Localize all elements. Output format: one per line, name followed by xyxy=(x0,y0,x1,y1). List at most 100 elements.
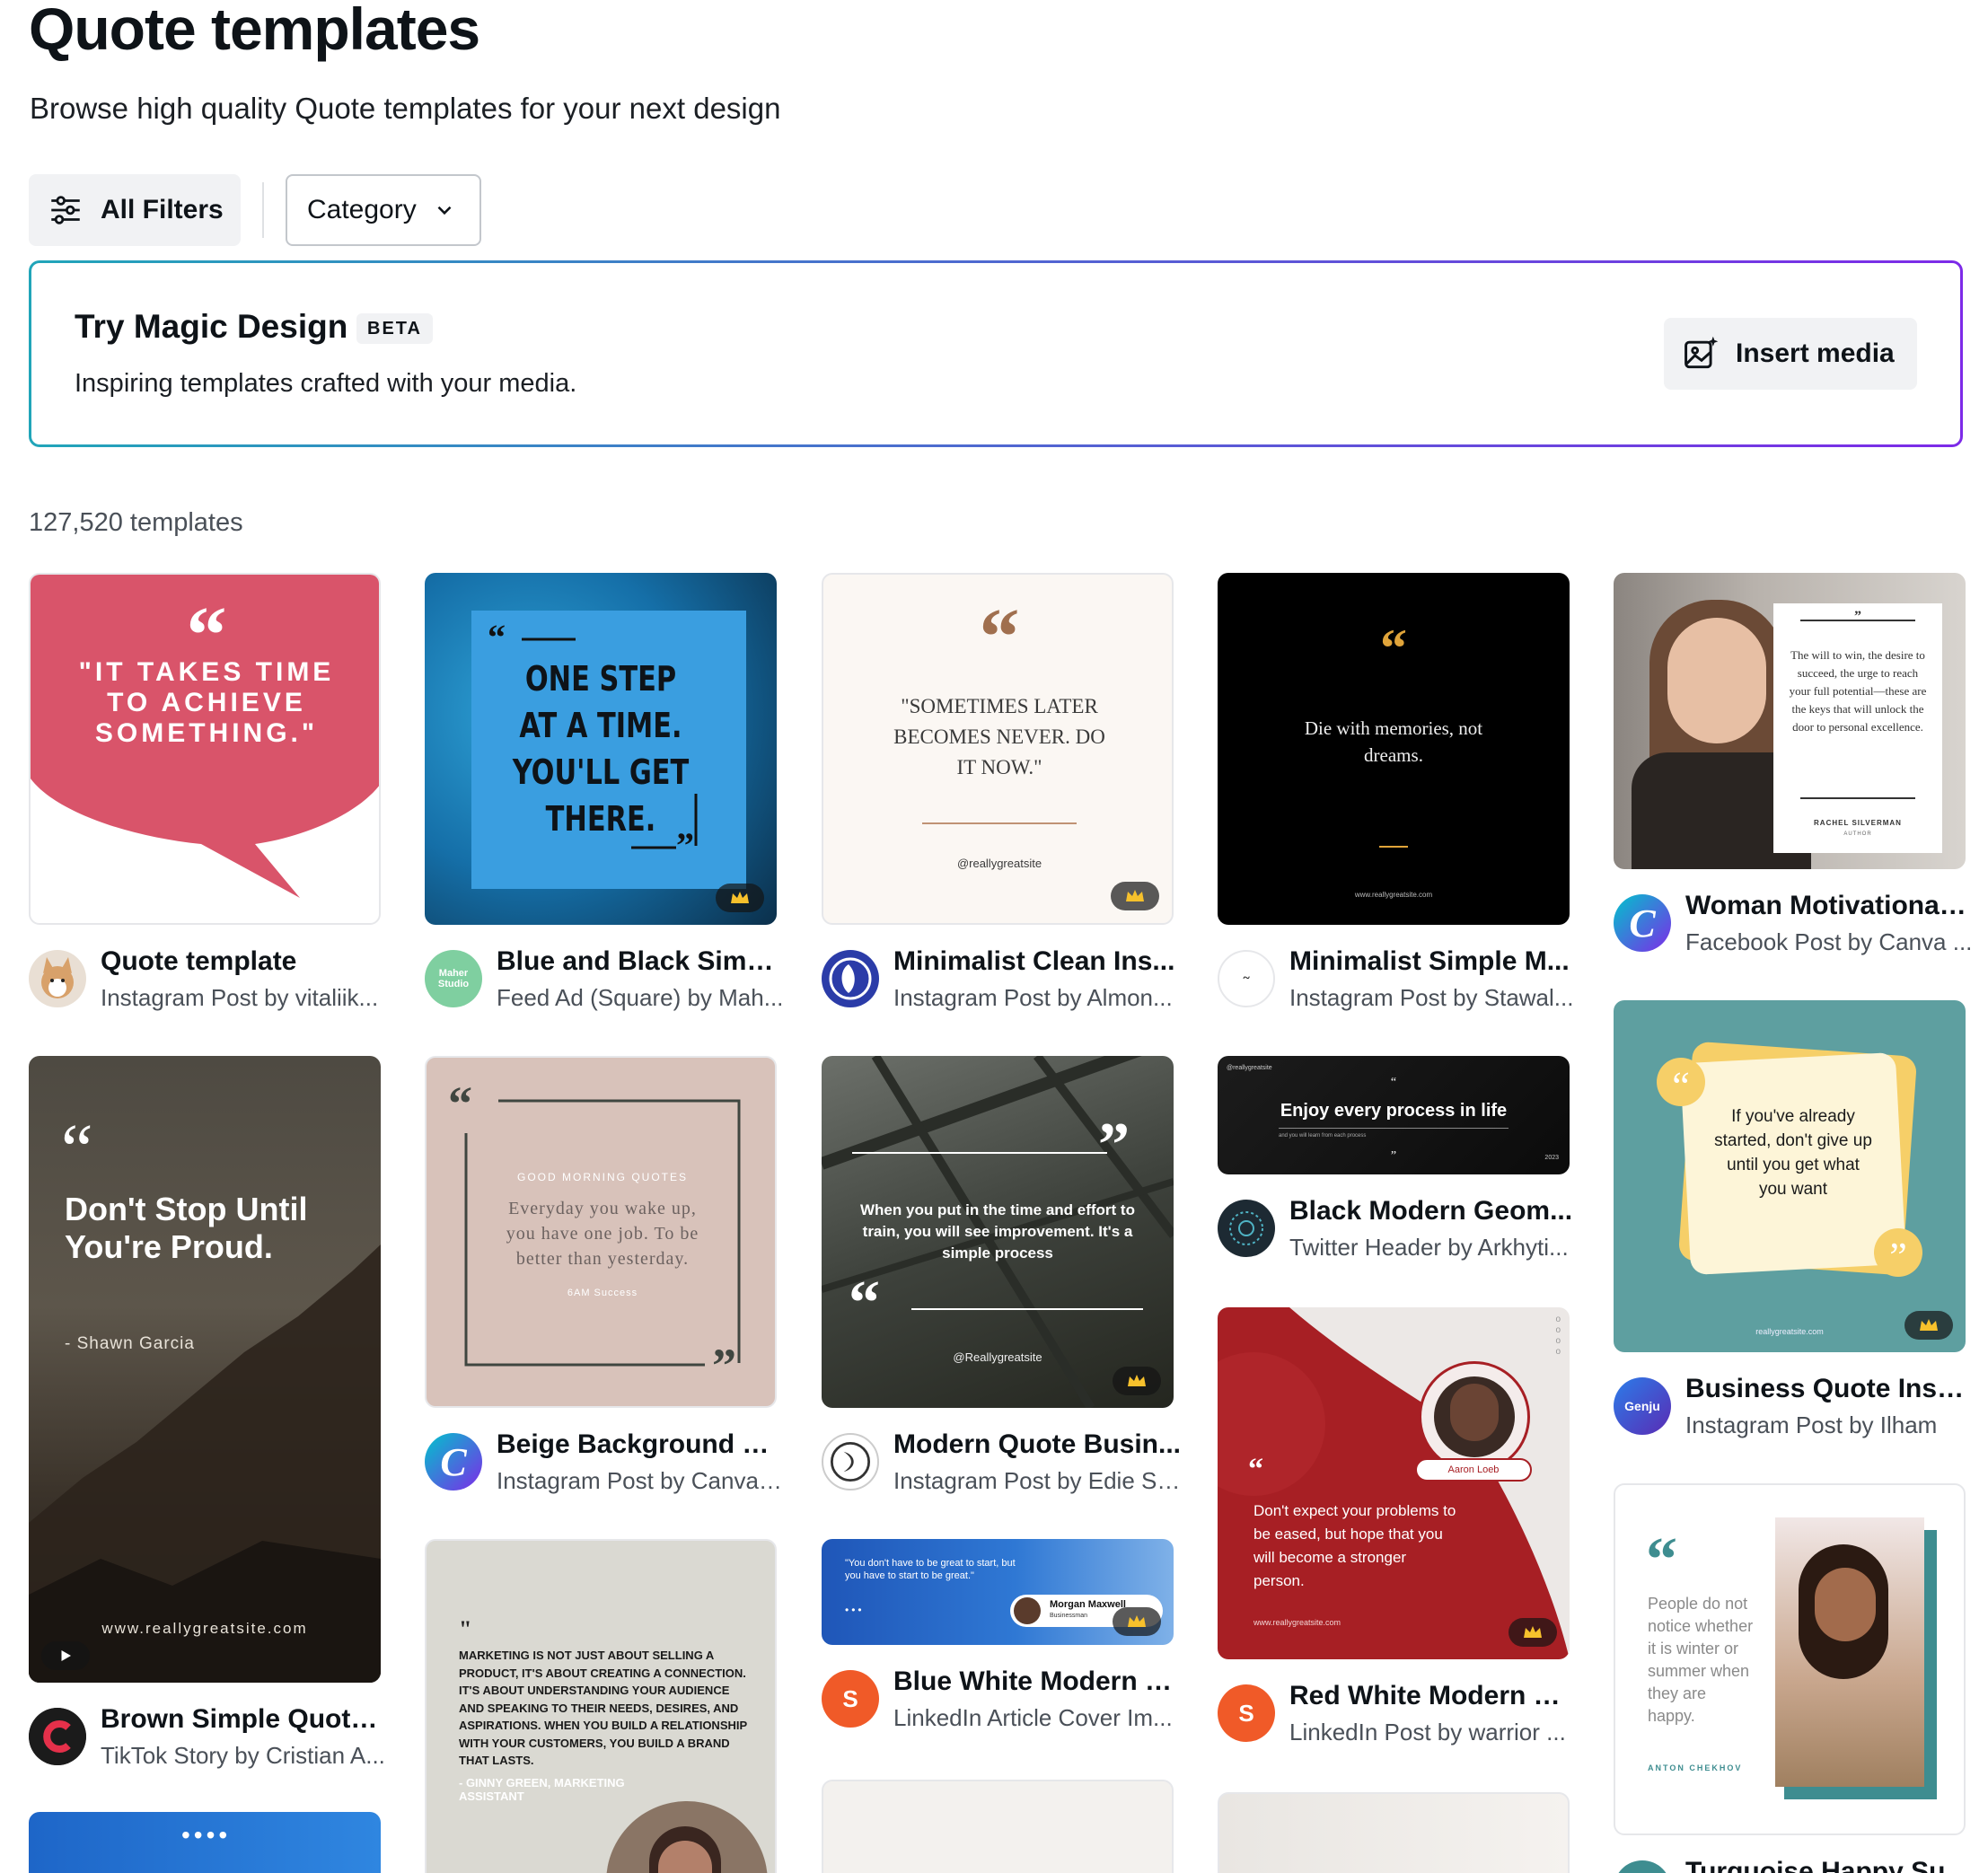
card-title[interactable]: Turquoise Happy Su... xyxy=(1685,1857,1973,1873)
avatar[interactable]: S xyxy=(1218,1684,1275,1742)
creator-logo-icon xyxy=(829,957,872,1000)
insert-media-button[interactable]: Insert media xyxy=(1664,318,1917,390)
card-title[interactable]: Blue White Modern G... xyxy=(893,1666,1181,1697)
template-thumbnail[interactable]: “ Don't Stop Until You're Proud. - Shawn… xyxy=(29,1056,381,1683)
avatar[interactable] xyxy=(1614,1860,1671,1873)
avatar[interactable] xyxy=(1218,1200,1275,1257)
template-thumbnail[interactable]: ” “ When you put in the time and effort … xyxy=(822,1056,1174,1408)
avatar[interactable] xyxy=(822,1433,879,1490)
avatar[interactable] xyxy=(822,950,879,1007)
avatar[interactable]: Maher Studio xyxy=(425,950,482,1007)
magic-design-banner: Try Magic Design BETA Inspiring template… xyxy=(29,260,1963,447)
thumb-quote: "SOMETIMES LATER BECOMES NEVER. DO IT NO… xyxy=(893,695,1105,778)
card-title[interactable]: Red White Modern M... xyxy=(1289,1681,1577,1711)
card-title[interactable]: Business Quote Insta... xyxy=(1685,1374,1973,1404)
divider-line xyxy=(1379,846,1408,848)
template-thumbnail[interactable]: “ People do not notice whether it is win… xyxy=(1614,1483,1966,1835)
card-subtitle: LinkedIn Article Cover Im... xyxy=(893,1704,1173,1731)
template-thumbnail[interactable]: " MARKETING IS NOT JUST ABOUT SELLING A … xyxy=(425,1539,777,1873)
thumb-quote: "IT TAKES TIME TO ACHIEVE SOMETHING." xyxy=(78,657,335,748)
thumb-quote: Don't Stop Until You're Proud. xyxy=(65,1191,308,1265)
template-thumbnail[interactable] xyxy=(822,1780,1174,1873)
magic-design-subtitle: Inspiring templates crafted with your me… xyxy=(75,369,577,398)
thumb-author: - Shawn Garcia xyxy=(65,1334,195,1353)
avatar[interactable]: C xyxy=(1614,894,1671,952)
quote-mark-icon: ” xyxy=(1390,1149,1397,1163)
card-subtitle: Instagram Post by Almon... xyxy=(893,984,1173,1011)
avatar[interactable] xyxy=(29,950,86,1007)
template-thumbnail[interactable]: “ ” If you've already started, don't giv… xyxy=(1614,1000,1966,1352)
card-title[interactable]: Woman Motivational ... xyxy=(1685,891,1973,921)
template-thumbnail[interactable]: “ "SOMETIMES LATER BECOMES NEVER. DO IT … xyxy=(822,573,1174,925)
card-meta: C Woman Motivational ... Facebook Post b… xyxy=(1614,891,1973,963)
quote-mark-icon: “ xyxy=(448,1077,472,1130)
crown-icon xyxy=(716,884,764,912)
template-count: 127,520 templates xyxy=(29,508,243,537)
card-meta: S Red White Modern M... LinkedIn Post by… xyxy=(1218,1681,1577,1753)
template-thumbnail[interactable]: “ ” GOOD MORNING QUOTES Everyday you wak… xyxy=(425,1056,777,1408)
avatar[interactable]: S xyxy=(822,1670,879,1728)
template-thumbnail[interactable]: ” The will to win, the desire to succeed… xyxy=(1614,573,1966,869)
card-title[interactable]: Beige Background an... xyxy=(497,1429,784,1460)
dots-icon: •••• xyxy=(181,1821,232,1849)
page-subtitle: Browse high quality Quote templates for … xyxy=(30,92,781,125)
card-meta: Quote template Instagram Post by vitalii… xyxy=(29,946,388,1018)
quote-mark-icon: “ xyxy=(1390,1076,1397,1089)
all-filters-button[interactable]: All Filters xyxy=(29,174,241,246)
play-icon[interactable] xyxy=(41,1641,90,1670)
thumb-quote: When you put in the time and effort to t… xyxy=(860,1201,1135,1262)
template-thumbnail[interactable] xyxy=(1218,1792,1570,1873)
card-title[interactable]: Minimalist Simple M... xyxy=(1289,946,1577,977)
creator-logo-icon xyxy=(1229,1211,1263,1245)
card-meta: Modern Quote Busin... Instagram Post by … xyxy=(822,1429,1181,1501)
card-meta: Maher Studio Blue and Black Simpl... Fee… xyxy=(425,946,784,1018)
template-thumbnail[interactable]: “ "IT TAKES TIME TO ACHIEVE SOMETHING." xyxy=(29,573,381,925)
card-title[interactable]: Minimalist Clean Ins... xyxy=(893,946,1181,977)
category-dropdown[interactable]: Category xyxy=(286,174,481,246)
insert-media-label: Insert media xyxy=(1736,339,1895,368)
avatar[interactable] xyxy=(29,1708,86,1765)
card-title[interactable]: Quote template xyxy=(101,946,388,977)
crown-icon xyxy=(1113,1607,1161,1636)
creator-logo-icon xyxy=(830,1441,871,1482)
quote-mark-icon: “ xyxy=(61,1111,93,1190)
quote-mark-icon: ” xyxy=(712,1339,736,1393)
template-thumbnail[interactable]: @reallygreatsite “ Enjoy every process i… xyxy=(1218,1056,1570,1174)
card-meta: Brown Simple Quote ... TikTok Story by C… xyxy=(29,1704,388,1776)
template-thumbnail[interactable]: oooo Aaron Loeb “ Don't expect your prob… xyxy=(1218,1307,1570,1659)
card-meta: Turquoise Happy Su... xyxy=(1614,1857,1973,1873)
vertical-dots-icon: oooo xyxy=(1555,1315,1561,1357)
dog-avatar-icon xyxy=(41,957,74,998)
card-subtitle: Twitter Header by Arkhyti... xyxy=(1289,1234,1569,1261)
card-subtitle: Instagram Post by Edie St... xyxy=(893,1467,1181,1494)
template-thumbnail[interactable]: “ Die with memories, not dreams. www.rea… xyxy=(1218,573,1570,925)
thumb-quote: "You don't have to be great to start, bu… xyxy=(845,1558,1016,1581)
creator-logo-icon xyxy=(29,1708,86,1765)
card-title[interactable]: Brown Simple Quote ... xyxy=(101,1704,388,1735)
beta-badge: BETA xyxy=(356,313,433,344)
card-meta: Black Modern Geom... Twitter Header by A… xyxy=(1218,1196,1577,1268)
template-thumbnail[interactable]: •••• xyxy=(29,1812,381,1873)
quote-mark-icon: “ xyxy=(849,1269,880,1338)
card-meta: C Beige Background an... Instagram Post … xyxy=(425,1429,784,1501)
divider-line xyxy=(1279,1128,1509,1129)
template-thumbnail[interactable]: “ ” ONE STEP AT A TIME. YOU'LL GET THERE… xyxy=(425,573,777,925)
crown-icon xyxy=(1111,882,1159,910)
card-subtitle: Instagram Post by vitaliik... xyxy=(101,984,379,1011)
thumb-quote: Don't expect your problems to be eased, … xyxy=(1253,1502,1456,1589)
thumb-label: GOOD MORNING QUOTES xyxy=(516,1171,688,1183)
card-title[interactable]: Black Modern Geom... xyxy=(1289,1196,1577,1227)
avatar[interactable]: ~ xyxy=(1218,950,1275,1007)
crown-icon xyxy=(1113,1367,1161,1395)
card-title[interactable]: Modern Quote Busin... xyxy=(893,1429,1181,1460)
magic-design-title: Try Magic Design xyxy=(75,308,348,345)
thumb-url: www.reallygreatsite.com xyxy=(1354,891,1433,899)
all-filters-label: All Filters xyxy=(101,195,224,224)
thumb-quote: People do not notice whether it is winte… xyxy=(1648,1595,1754,1725)
quote-panel: ” The will to win, the desire to succeed… xyxy=(1773,603,1942,853)
quote-mark-icon: ” xyxy=(1854,609,1861,624)
template-thumbnail[interactable]: "You don't have to be great to start, bu… xyxy=(822,1539,1174,1645)
avatar[interactable]: C xyxy=(425,1433,482,1490)
card-title[interactable]: Blue and Black Simpl... xyxy=(497,946,784,977)
avatar[interactable]: Genju xyxy=(1614,1377,1671,1435)
